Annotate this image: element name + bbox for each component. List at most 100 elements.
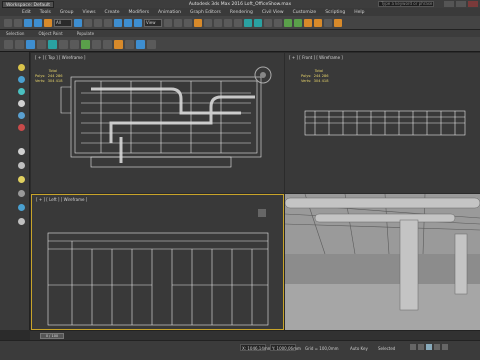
hierarchy-icon[interactable]	[18, 88, 25, 95]
create-icon[interactable]	[18, 64, 25, 71]
menu-scripting[interactable]: Scripting	[325, 10, 345, 15]
layer-manager-icon[interactable]	[264, 18, 272, 27]
modify-icon[interactable]	[18, 76, 25, 83]
go-to-start-icon[interactable]	[410, 344, 416, 350]
ribbon-tool-icon[interactable]	[125, 39, 134, 49]
search-input[interactable]: Type a keyword or phrase	[378, 1, 434, 7]
align-icon[interactable]	[254, 18, 262, 27]
rotate-icon[interactable]	[124, 18, 132, 27]
select-by-name-icon[interactable]	[84, 18, 92, 27]
ribbon-tool-icon[interactable]	[81, 39, 90, 49]
utilities-icon[interactable]	[18, 124, 25, 131]
scene-explorer-bar	[0, 52, 30, 330]
ribbon-tabs: Selection Object Paint Populate	[0, 30, 480, 37]
pivot-icon[interactable]	[164, 18, 172, 27]
ribbon-tool-icon[interactable]	[15, 39, 24, 49]
snaps-toggle-icon[interactable]	[194, 18, 202, 27]
tab-selection[interactable]: Selection	[6, 31, 24, 36]
shapes-icon[interactable]	[18, 204, 25, 211]
named-selection-icon[interactable]	[234, 18, 242, 27]
rendered-frame-icon[interactable]	[324, 18, 332, 27]
ribbon-tool-icon[interactable]	[48, 39, 57, 49]
filter-icon[interactable]	[18, 148, 25, 155]
time-slider[interactable]: 0 / 100	[40, 333, 64, 339]
ribbon-tool-icon[interactable]	[114, 39, 123, 49]
title-bar: Workspace: Default Autodesk 3ds Max 2016…	[0, 0, 480, 8]
ribbon-tool-icon[interactable]	[103, 39, 112, 49]
tab-populate[interactable]: Populate	[77, 31, 94, 36]
helper-icon[interactable]	[18, 190, 25, 197]
menu-views[interactable]: Views	[83, 10, 96, 15]
reference-coord-dropdown[interactable]: View	[144, 18, 162, 27]
camera-icon[interactable]	[18, 162, 25, 169]
ribbon-tool-icon[interactable]	[59, 39, 68, 49]
menu-customize[interactable]: Customize	[293, 10, 317, 15]
percent-snap-icon[interactable]	[214, 18, 222, 27]
graphite-icon[interactable]	[274, 18, 282, 27]
move-icon[interactable]	[114, 18, 122, 27]
undo-icon[interactable]	[4, 18, 12, 27]
minimize-button[interactable]	[444, 1, 454, 7]
menu-help[interactable]: Help	[354, 10, 364, 15]
menu-tools[interactable]: Tools	[40, 10, 51, 15]
viewcube-icon[interactable]	[258, 209, 266, 217]
angle-snap-icon[interactable]	[204, 18, 212, 27]
ribbon-tool-icon[interactable]	[147, 39, 156, 49]
grid-size: Grid = 100,0mm	[305, 346, 339, 351]
mirror-icon[interactable]	[244, 18, 252, 27]
ribbon-tool-icon[interactable]	[26, 39, 35, 49]
menu-civil-view[interactable]: Civil View	[262, 10, 284, 15]
go-to-end-icon[interactable]	[442, 344, 448, 350]
auto-key-button[interactable]: Auto Key	[350, 346, 368, 351]
menu-rendering[interactable]: Rendering	[230, 10, 253, 15]
tab-object-paint[interactable]: Object Paint	[38, 31, 62, 36]
timeline[interactable]: 0 / 100	[30, 330, 480, 340]
light-icon[interactable]	[18, 176, 25, 183]
menu-group[interactable]: Group	[60, 10, 74, 15]
material-editor-icon[interactable]	[304, 18, 312, 27]
workspace-dropdown[interactable]: Workspace: Default	[2, 0, 54, 8]
display-icon[interactable]	[18, 112, 25, 119]
scale-icon[interactable]	[134, 18, 142, 27]
menu-graph-editors[interactable]: Graph Editors	[190, 10, 221, 15]
select-object-icon[interactable]	[74, 18, 82, 27]
maximize-button[interactable]	[456, 1, 466, 7]
motion-icon[interactable]	[18, 100, 25, 107]
prev-frame-icon[interactable]	[418, 344, 424, 350]
viewport-perspective[interactable]	[285, 194, 480, 330]
spinner-snap-icon[interactable]	[224, 18, 232, 27]
window-crossing-icon[interactable]	[104, 18, 112, 27]
curve-editor-icon[interactable]	[284, 18, 292, 27]
selection-filter-dropdown[interactable]: All	[54, 18, 72, 27]
particles-icon[interactable]	[18, 218, 25, 225]
bind-icon[interactable]	[44, 18, 52, 27]
rect-selection-icon[interactable]	[94, 18, 102, 27]
schematic-view-icon[interactable]	[294, 18, 302, 27]
top-wireframe	[60, 66, 272, 168]
menu-edit[interactable]: Edit	[22, 10, 31, 15]
ribbon-tool-icon[interactable]	[37, 39, 46, 49]
keyboard-shortcut-icon[interactable]	[184, 18, 192, 27]
close-button[interactable]	[468, 1, 478, 7]
unlink-icon[interactable]	[34, 18, 42, 27]
status-bar: X: 1046,14mm Y: 1000,06mm Grid = 100,0mm…	[0, 340, 480, 360]
menu-animation[interactable]: Animation	[158, 10, 181, 15]
ribbon-tool-icon[interactable]	[136, 39, 145, 49]
link-icon[interactable]	[24, 18, 32, 27]
next-frame-icon[interactable]	[434, 344, 440, 350]
viewport-top[interactable]: [ + ] [ Top ] [ Wireframe ] Total Polys:…	[31, 53, 284, 193]
x-coord: X: 1046,14mm	[242, 346, 272, 351]
ribbon-tool-icon[interactable]	[92, 39, 101, 49]
viewport-front[interactable]: [ + ] [ Front ] [ Wireframe ] Total Poly…	[285, 53, 480, 193]
redo-icon[interactable]	[14, 18, 22, 27]
play-icon[interactable]	[426, 344, 432, 350]
selected-dropdown[interactable]: Selected	[378, 346, 395, 351]
ribbon-tool-icon[interactable]	[4, 39, 13, 49]
select-manipulate-icon[interactable]	[174, 18, 182, 27]
menu-create[interactable]: Create	[105, 10, 120, 15]
menu-modifiers[interactable]: Modifiers	[129, 10, 150, 15]
render-icon[interactable]	[334, 18, 342, 27]
ribbon-tool-icon[interactable]	[70, 39, 79, 49]
render-setup-icon[interactable]	[314, 18, 322, 27]
viewport-left[interactable]: [ + ] [ Left ] [ Wireframe ]	[31, 194, 284, 330]
